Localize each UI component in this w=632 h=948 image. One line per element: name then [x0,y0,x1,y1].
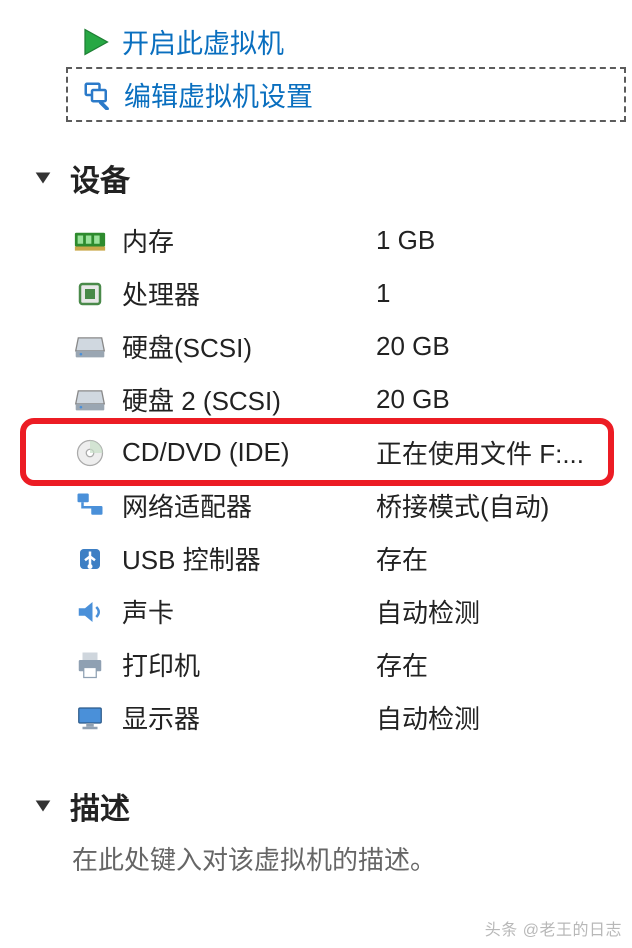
devices-section-header[interactable]: 设备 [30,156,622,200]
device-value: 正在使用文件 F:... [376,434,584,471]
device-row-printer[interactable]: 打印机 存在 [30,638,622,691]
play-icon [78,25,112,59]
device-value: 20 GB [376,331,450,362]
device-label: 硬盘(SCSI) [122,328,362,365]
device-row-network[interactable]: 网络适配器 桥接模式(自动) [30,479,622,532]
device-value: 20 GB [376,384,450,415]
hdd-icon [72,382,108,418]
cddvd-icon [72,435,108,471]
memory-icon [72,223,108,259]
device-row-usb[interactable]: USB 控制器 存在 [30,532,622,585]
device-row-memory[interactable]: 内存 1 GB [30,214,622,267]
description-section-header[interactable]: 描述 [30,784,622,828]
wrench-icon [80,78,114,112]
device-value: 1 [376,278,390,309]
power-on-label: 开启此虚拟机 [122,22,284,61]
chevron-down-icon [30,167,56,189]
device-value: 存在 [376,540,428,577]
device-label: 硬盘 2 (SCSI) [122,381,362,418]
device-value: 自动检测 [376,593,480,630]
power-on-vm-link[interactable]: 开启此虚拟机 [70,18,622,65]
device-label: 处理器 [122,275,362,312]
device-row-cpu[interactable]: 处理器 1 [30,267,622,320]
edit-vm-settings-link[interactable]: 编辑虚拟机设置 [72,71,622,118]
device-label: 声卡 [122,593,362,630]
description-section: 描述 在此处键入对该虚拟机的描述。 [30,784,622,877]
device-value: 自动检测 [376,699,480,736]
sound-icon [72,594,108,630]
description-title: 描述 [70,784,130,828]
cpu-icon [72,276,108,312]
device-label: 显示器 [122,699,362,736]
device-label: 打印机 [122,646,362,683]
device-value: 1 GB [376,225,435,256]
edit-settings-focus-outline: 编辑虚拟机设置 [66,67,626,122]
printer-icon [72,647,108,683]
device-label: CD/DVD (IDE) [122,437,362,468]
device-label: USB 控制器 [122,540,362,577]
device-row-sound[interactable]: 声卡 自动检测 [30,585,622,638]
display-icon [72,700,108,736]
description-placeholder[interactable]: 在此处键入对该虚拟机的描述。 [72,840,622,877]
devices-title: 设备 [70,156,130,200]
device-row-cddvd[interactable]: CD/DVD (IDE) 正在使用文件 F:... [30,426,622,479]
usb-icon [72,541,108,577]
edit-settings-label: 编辑虚拟机设置 [124,75,313,114]
device-row-display[interactable]: 显示器 自动检测 [30,691,622,744]
devices-section: 设备 内存 1 GB 处理器 1 硬盘(SCSI [30,156,622,744]
device-label: 内存 [122,222,362,259]
watermark-text: 头条 @老王的日志 [485,916,622,940]
device-value: 桥接模式(自动) [376,487,549,524]
device-list: 内存 1 GB 处理器 1 硬盘(SCSI) 20 GB [30,214,622,744]
chevron-down-icon [30,795,56,817]
device-row-hdd-1[interactable]: 硬盘(SCSI) 20 GB [30,320,622,373]
device-row-hdd-2[interactable]: 硬盘 2 (SCSI) 20 GB [30,373,622,426]
network-icon [72,488,108,524]
device-value: 存在 [376,646,428,683]
vm-summary-panel: 开启此虚拟机 编辑虚拟机设置 设备 [0,0,632,887]
device-label: 网络适配器 [122,487,362,524]
hdd-icon [72,329,108,365]
